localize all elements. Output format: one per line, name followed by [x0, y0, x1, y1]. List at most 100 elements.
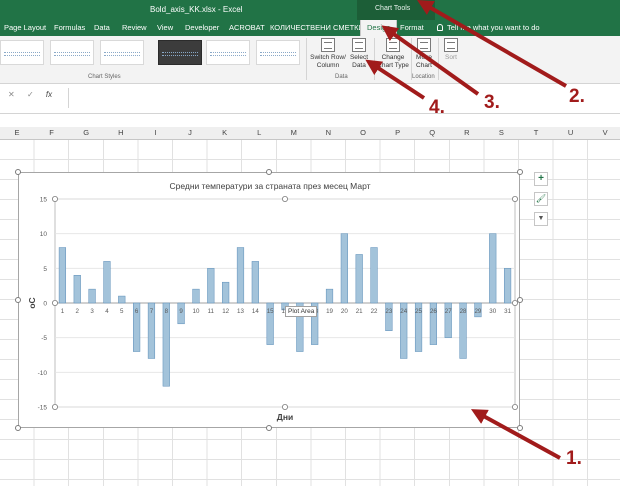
- tab-page-layout[interactable]: Page Layout: [4, 23, 46, 32]
- chart-style-thumb[interactable]: [256, 40, 300, 65]
- bar-22: [370, 247, 378, 304]
- chart-style-thumb[interactable]: [206, 40, 250, 65]
- resize-handle[interactable]: [517, 297, 523, 303]
- column-header-p[interactable]: P: [381, 128, 415, 137]
- switch-row-column-label: Switch Row/ Column: [310, 54, 346, 69]
- excel-window: Bold_axis_KK.xlsx - Excel Chart Tools Pa…: [0, 0, 620, 486]
- bar-19: [325, 288, 334, 304]
- tab-developer[interactable]: Developer: [185, 23, 219, 32]
- bar-2: [73, 275, 81, 304]
- x-tick-label: 19: [326, 308, 333, 315]
- select-data-label: Select Data: [349, 54, 369, 69]
- x-tick-label: 28: [460, 308, 467, 315]
- change-chart-type-button[interactable]: Change Chart Type: [376, 38, 410, 70]
- bar-10: [192, 288, 200, 304]
- chart-styles-brush-icon[interactable]: 🖌: [534, 192, 548, 206]
- bar-31: [503, 268, 512, 304]
- bar-21: [355, 254, 363, 304]
- bar-30: [489, 233, 497, 304]
- column-header-m[interactable]: M: [277, 128, 311, 137]
- chart-elements-button[interactable]: +: [534, 172, 548, 186]
- x-tick-label: 29: [474, 308, 481, 315]
- column-header-e[interactable]: E: [0, 128, 34, 137]
- tab-data[interactable]: Data: [94, 23, 110, 32]
- resize-handle[interactable]: [15, 425, 21, 431]
- tab-review[interactable]: Review: [122, 23, 147, 32]
- column-header-h[interactable]: H: [104, 128, 138, 137]
- chart-style-thumb[interactable]: [158, 40, 202, 65]
- resize-handle[interactable]: [15, 169, 21, 175]
- sort-icon: [444, 38, 458, 52]
- x-tick-label: 9: [179, 308, 183, 315]
- lightbulb-icon: [437, 24, 443, 31]
- bar-20: [340, 233, 348, 304]
- chart-filters-icon[interactable]: ▼: [534, 212, 548, 226]
- title-bar: Bold_axis_KK.xlsx - Excel Chart Tools: [0, 0, 620, 36]
- formula-input[interactable]: [68, 88, 616, 108]
- bar-12: [222, 281, 230, 304]
- x-tick-label: 8: [165, 308, 169, 315]
- x-axis-title: Дни: [277, 412, 293, 422]
- tell-me-box[interactable]: Tell me what you want to do: [437, 23, 540, 32]
- y-tick-label: 5: [43, 266, 47, 273]
- move-chart-button[interactable]: Move Chart: [412, 38, 436, 70]
- column-header-r[interactable]: R: [450, 128, 484, 137]
- resize-handle[interactable]: [15, 297, 21, 303]
- switch-row-column-icon: [321, 38, 335, 52]
- x-tick-label: 11: [208, 308, 215, 315]
- column-header-s[interactable]: S: [484, 128, 518, 137]
- bar-13: [236, 247, 245, 304]
- column-header-v[interactable]: V: [588, 128, 620, 137]
- formula-bar: ✕ ✓ fx: [0, 84, 620, 114]
- chart-styles-gallery: [0, 38, 305, 68]
- tab-kolichestveni-smetki[interactable]: КОЛИЧЕСТВЕНИ СМЕТКИ: [270, 23, 364, 32]
- column-header-u[interactable]: U: [554, 128, 588, 137]
- column-header-t[interactable]: T: [519, 128, 553, 137]
- sort-button[interactable]: Sort: [440, 38, 462, 62]
- x-tick-label: 31: [504, 308, 511, 315]
- column-header-n[interactable]: N: [311, 128, 345, 137]
- chart-object[interactable]: -15-10-505101512345678910111213141516171…: [18, 172, 520, 428]
- x-tick-label: 12: [222, 308, 229, 315]
- resize-handle[interactable]: [266, 425, 272, 431]
- window-title: Bold_axis_KK.xlsx - Excel: [150, 5, 243, 14]
- column-chart: -15-10-505101512345678910111213141516171…: [27, 181, 518, 422]
- column-header-l[interactable]: L: [242, 128, 276, 137]
- column-header-j[interactable]: J: [173, 128, 207, 137]
- chart-style-thumb[interactable]: [0, 40, 44, 65]
- bar-5: [118, 295, 126, 304]
- data-group-label: Data: [335, 74, 348, 80]
- cancel-icon[interactable]: ✕: [8, 90, 15, 99]
- switch-row-column-button[interactable]: Switch Row/ Column: [310, 38, 346, 70]
- column-header-g[interactable]: G: [69, 128, 103, 137]
- tab-format[interactable]: Format: [400, 23, 424, 32]
- column-header-i[interactable]: I: [138, 128, 172, 137]
- tab-acrobat[interactable]: ACROBAT: [229, 23, 265, 32]
- tab-view[interactable]: View: [157, 23, 173, 32]
- location-group-label: Location: [412, 74, 435, 80]
- chart-style-thumb[interactable]: [50, 40, 94, 65]
- y-tick-label: -15: [38, 405, 48, 412]
- enter-icon[interactable]: ✓: [27, 90, 34, 99]
- annotation-label-4: 4.: [429, 97, 445, 118]
- insert-function-icon[interactable]: fx: [46, 90, 52, 99]
- column-header-f[interactable]: F: [35, 128, 69, 137]
- sort-label: Sort: [445, 54, 457, 61]
- resize-handle[interactable]: [266, 169, 272, 175]
- tab-formulas[interactable]: Formulas: [54, 23, 85, 32]
- tab-design[interactable]: Design: [360, 20, 398, 36]
- x-tick-label: 25: [415, 308, 422, 315]
- tell-me-text: Tell me what you want to do: [447, 23, 540, 32]
- plot-area-handle: [281, 403, 288, 410]
- select-data-button[interactable]: Select Data: [346, 38, 372, 70]
- resize-handle[interactable]: [517, 425, 523, 431]
- x-tick-label: 3: [90, 308, 94, 315]
- column-header-q[interactable]: Q: [415, 128, 449, 137]
- column-header-o[interactable]: O: [346, 128, 380, 137]
- chart-style-thumb[interactable]: [100, 40, 144, 65]
- ribbon-separator: [438, 38, 439, 80]
- resize-handle[interactable]: [517, 169, 523, 175]
- plot-area-handle: [52, 403, 59, 410]
- select-data-icon: [352, 38, 366, 52]
- column-header-k[interactable]: K: [208, 128, 242, 137]
